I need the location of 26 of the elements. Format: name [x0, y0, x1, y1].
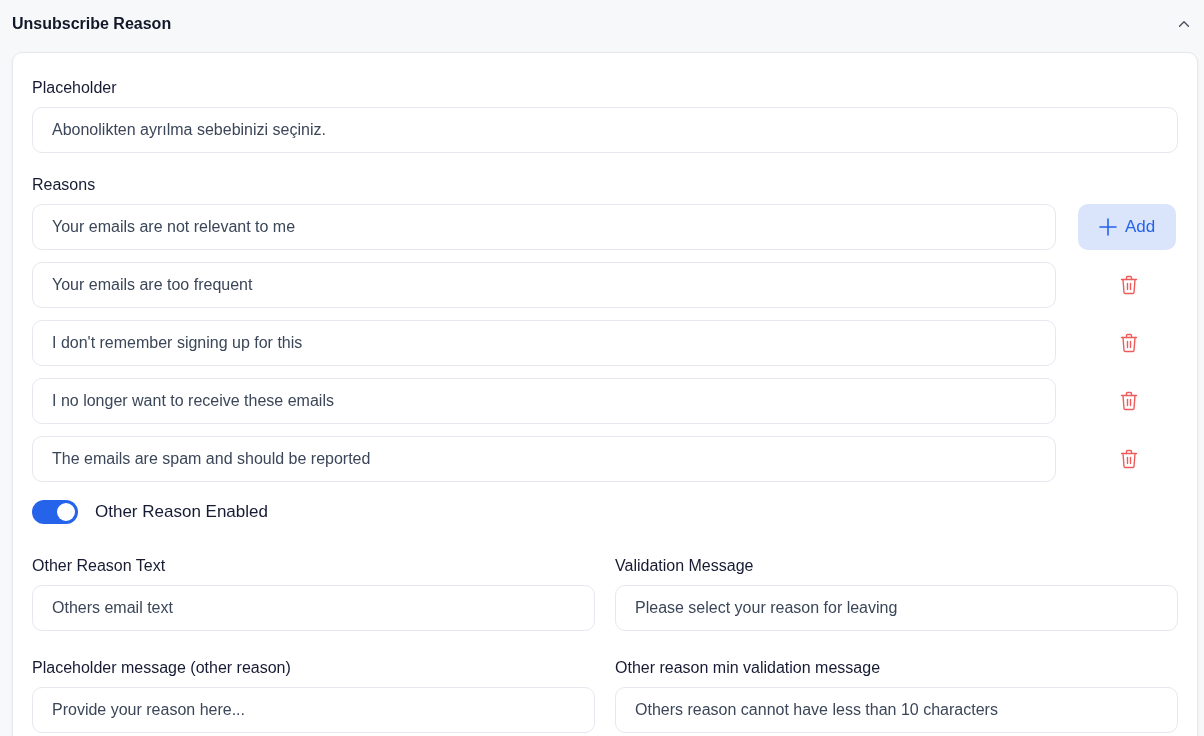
text-field[interactable]: Abonolikten ayrılma sebebinizi seçiniz.: [32, 107, 1178, 153]
reason-field[interactable]: I don't remember signing up for this: [32, 320, 1056, 366]
field-label: Placeholder message (other reason): [32, 658, 291, 678]
text-field[interactable]: Others reason cannot have less than 10 characters: [615, 687, 1178, 733]
text-field[interactable]: Provide your reason here...: [32, 687, 595, 733]
toggle-label: Other Reason Enabled: [95, 502, 268, 522]
reason-field[interactable]: I no longer want to receive these emails: [32, 378, 1056, 424]
toggle-switch[interactable]: [32, 500, 78, 524]
trash-icon[interactable]: [1119, 275, 1138, 295]
plus-icon: [1098, 218, 1117, 236]
add-button[interactable]: Add: [1078, 204, 1176, 250]
field-label: Other Reason Text: [32, 556, 166, 576]
trash-icon[interactable]: [1119, 333, 1138, 353]
field-label: Other reason min validation message: [615, 658, 881, 678]
text-field[interactable]: Others email text: [32, 585, 595, 631]
field-label: Validation Message: [615, 556, 754, 576]
chevron-icon[interactable]: [1178, 20, 1190, 28]
section-title: Unsubscribe Reason: [12, 15, 172, 33]
reason-field[interactable]: The emails are spam and should be reported: [32, 436, 1056, 482]
trash-icon[interactable]: [1119, 391, 1138, 411]
reason-field[interactable]: Your emails are too frequent: [32, 262, 1056, 308]
text-field[interactable]: Please select your reason for leaving: [615, 585, 1178, 631]
field-label: Reasons: [32, 175, 96, 195]
reason-field[interactable]: Your emails are not relevant to me: [32, 203, 1056, 250]
trash-icon[interactable]: [1119, 449, 1138, 469]
field-label: Placeholder: [32, 78, 117, 98]
